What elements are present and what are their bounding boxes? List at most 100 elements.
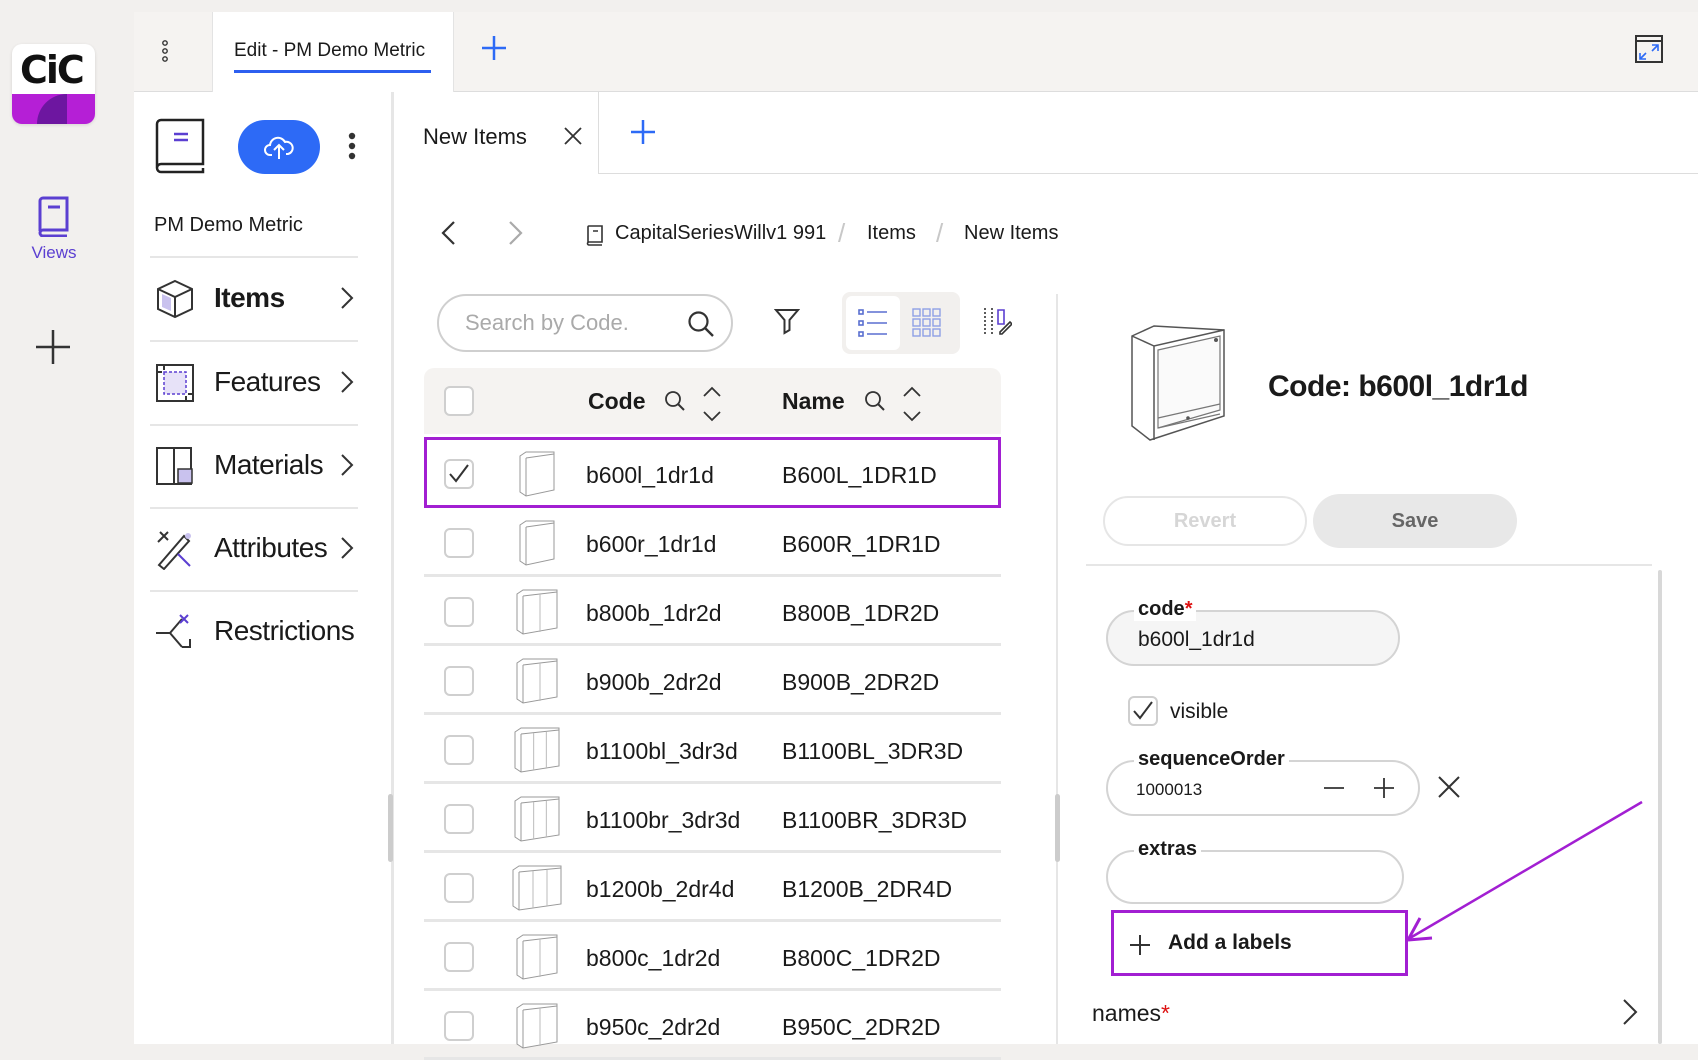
nav-resize-handle[interactable] bbox=[388, 794, 393, 862]
breadcrumb-separator: / bbox=[936, 218, 944, 248]
save-button[interactable]: Save bbox=[1313, 494, 1517, 548]
search-input[interactable] bbox=[465, 310, 675, 336]
pane-resize-handle[interactable] bbox=[1055, 794, 1060, 862]
views-label: Views bbox=[31, 243, 77, 262]
required-mark: * bbox=[1184, 598, 1193, 620]
decrement-icon[interactable] bbox=[1322, 776, 1346, 800]
row-checkbox[interactable] bbox=[444, 942, 474, 972]
row-checkbox[interactable] bbox=[444, 735, 474, 765]
code-field-value: b600l_1dr1d bbox=[1138, 628, 1255, 651]
add-labels-button[interactable]: Add a labels bbox=[1111, 910, 1408, 976]
nav-divider bbox=[150, 424, 358, 426]
nav-item-materials[interactable]: Materials bbox=[150, 429, 362, 499]
add-tab-icon[interactable] bbox=[629, 118, 657, 146]
list-view-icon bbox=[858, 309, 887, 337]
window-tab-edit[interactable]: Edit - PM Demo Metric bbox=[212, 12, 454, 92]
nav-item-restrictions[interactable]: Restrictions bbox=[150, 595, 362, 665]
item-thumbnail bbox=[516, 658, 558, 704]
edit-columns-icon[interactable] bbox=[982, 306, 1012, 336]
sort-name-icon[interactable] bbox=[902, 386, 922, 422]
chevron-right-icon bbox=[341, 287, 354, 309]
grid-view-icon[interactable] bbox=[912, 308, 942, 338]
table-row[interactable]: b600r_1dr1d B600R_1DR1D bbox=[424, 509, 1001, 577]
select-all-checkbox[interactable] bbox=[444, 386, 474, 416]
row-checkbox[interactable] bbox=[444, 873, 474, 903]
selected-row-highlight bbox=[424, 437, 1001, 508]
row-checkbox[interactable] bbox=[444, 666, 474, 696]
table-row[interactable]: b1100bl_3dr3d B1100BL_3DR3D bbox=[424, 716, 1001, 784]
row-name: B600R_1DR1D bbox=[782, 531, 941, 557]
app-rail: CiC Views bbox=[0, 0, 118, 1044]
kebab-menu-icon[interactable] bbox=[162, 40, 168, 62]
column-header-name[interactable]: Name bbox=[782, 388, 845, 415]
cloud-upload-icon bbox=[264, 136, 294, 159]
row-checkbox[interactable] bbox=[444, 597, 474, 627]
nav-divider bbox=[150, 507, 358, 509]
nav-item-label: Items bbox=[214, 282, 285, 313]
item-thumbnail bbox=[519, 520, 555, 566]
table-row[interactable]: b950c_2dr2d B950C_2DR2D bbox=[424, 992, 1001, 1060]
breadcrumb-catalog[interactable]: CapitalSeriesWillv1 991 bbox=[615, 222, 837, 245]
code-field-label: code* bbox=[1134, 598, 1197, 621]
column-header-code[interactable]: Code bbox=[588, 388, 646, 415]
table-row[interactable]: b800c_1dr2d B800C_1DR2D bbox=[424, 923, 1001, 991]
row-checkbox[interactable] bbox=[444, 1011, 474, 1041]
names-label: names bbox=[1092, 1000, 1162, 1026]
chevron-right-icon bbox=[341, 371, 354, 393]
required-mark: * bbox=[1161, 1000, 1170, 1026]
search-code-icon[interactable] bbox=[664, 390, 686, 412]
add-view-icon[interactable] bbox=[34, 328, 72, 366]
tab-new-items[interactable]: New Items bbox=[397, 92, 599, 174]
table-header: Code Name bbox=[424, 368, 1001, 434]
breadcrumb-separator: / bbox=[838, 218, 846, 248]
row-code: b800b_1dr2d bbox=[586, 600, 722, 626]
publish-button[interactable] bbox=[238, 120, 320, 174]
table-row[interactable]: b800b_1dr2d B800B_1DR2D bbox=[424, 578, 1001, 646]
search-icon[interactable] bbox=[687, 310, 715, 338]
chevron-right-icon bbox=[341, 454, 354, 476]
list-view-button[interactable] bbox=[846, 296, 900, 350]
expand-window-icon[interactable] bbox=[1634, 34, 1664, 64]
nav-item-features[interactable]: Features bbox=[150, 346, 362, 416]
search-name-icon[interactable] bbox=[864, 390, 886, 412]
item-preview-image bbox=[1131, 325, 1225, 441]
app-logo[interactable]: CiC bbox=[12, 44, 95, 124]
nav-divider bbox=[150, 256, 358, 258]
forward-arrow-icon[interactable] bbox=[508, 220, 524, 246]
views-button[interactable]: Views bbox=[20, 195, 88, 263]
row-code: b950c_2dr2d bbox=[586, 1014, 721, 1040]
visible-checkbox[interactable] bbox=[1128, 696, 1158, 726]
row-name: B800B_1DR2D bbox=[782, 600, 940, 626]
close-tab-icon[interactable] bbox=[563, 126, 583, 146]
item-thumbnail bbox=[516, 1003, 558, 1049]
row-code: b1100br_3dr3d bbox=[586, 807, 741, 833]
row-code: b900b_2dr2d bbox=[586, 669, 722, 695]
annotation-arrow bbox=[1406, 800, 1643, 942]
sort-code-icon[interactable] bbox=[702, 386, 722, 422]
catalog-book-icon[interactable] bbox=[154, 118, 206, 176]
row-checkbox[interactable] bbox=[444, 804, 474, 834]
sequence-order-value: 1000013 bbox=[1136, 780, 1203, 799]
detail-scrollbar[interactable] bbox=[1658, 570, 1662, 1044]
row-checkbox[interactable] bbox=[444, 528, 474, 558]
table-row[interactable]: b1100br_3dr3d B1100BR_3DR3D bbox=[424, 785, 1001, 853]
materials-icon bbox=[156, 447, 193, 485]
add-window-tab-icon[interactable] bbox=[480, 34, 508, 62]
table-row[interactable]: b1200b_2dr4d B1200B_2DR4D bbox=[424, 854, 1001, 922]
row-name: B1200B_2DR4D bbox=[782, 876, 953, 902]
row-code: b600r_1dr1d bbox=[586, 531, 717, 557]
names-section[interactable]: names* bbox=[1092, 1000, 1170, 1027]
revert-button[interactable]: Revert bbox=[1103, 496, 1307, 546]
code-label-text: code bbox=[1138, 598, 1185, 620]
filter-icon[interactable] bbox=[774, 307, 800, 335]
project-menu-icon[interactable] bbox=[348, 132, 356, 160]
item-thumbnail bbox=[514, 727, 560, 773]
window-tab-bar: Edit - PM Demo Metric bbox=[134, 12, 1698, 92]
nav-item-items[interactable]: Items bbox=[150, 262, 362, 332]
nav-item-attributes[interactable]: Attributes bbox=[150, 512, 362, 582]
back-arrow-icon[interactable] bbox=[440, 220, 456, 246]
table-row[interactable]: b900b_2dr2d B900B_2DR2D bbox=[424, 647, 1001, 715]
content-tab-bar: New Items bbox=[397, 92, 1698, 174]
breadcrumb-items[interactable]: Items bbox=[867, 222, 916, 245]
chevron-right-icon[interactable] bbox=[1622, 998, 1638, 1026]
